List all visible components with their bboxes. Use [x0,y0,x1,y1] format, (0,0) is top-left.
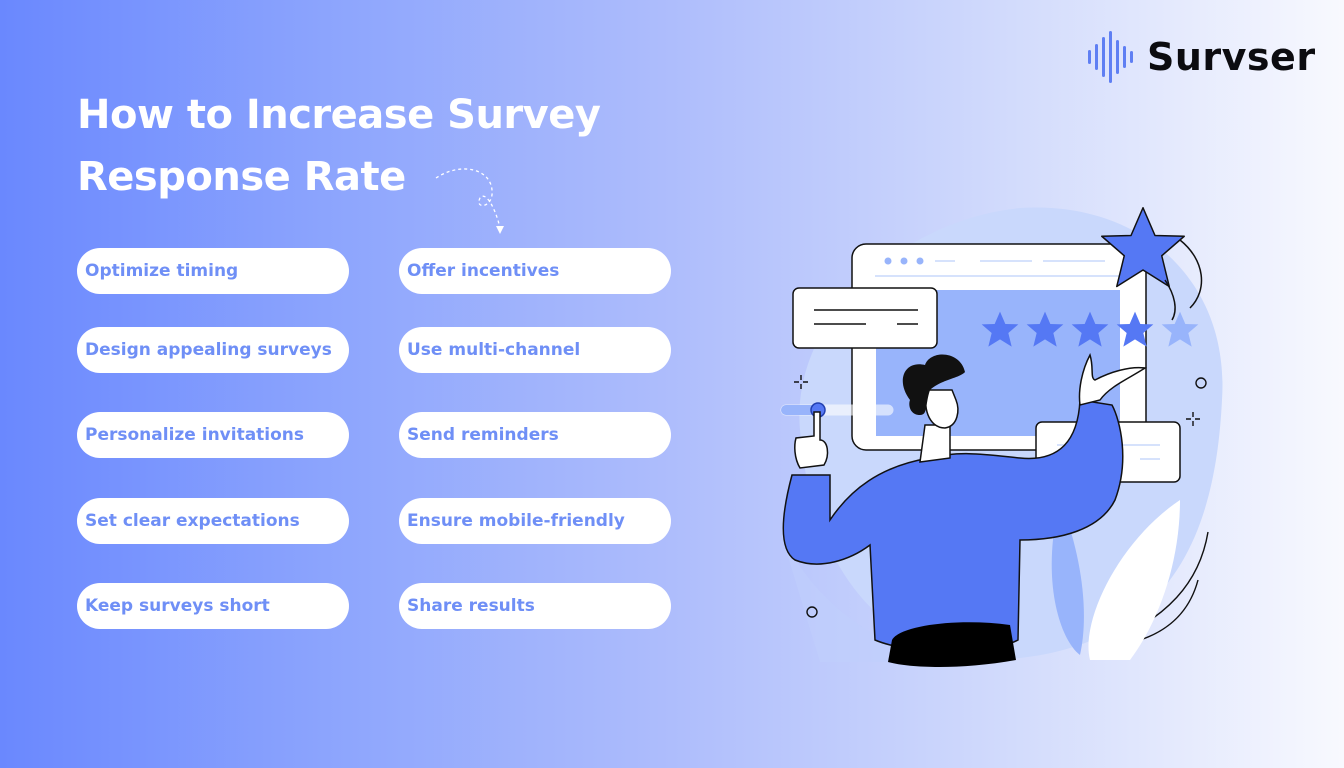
message-card [792,287,938,349]
brand-logo: Survser [1088,30,1316,84]
tip-pill: Set clear expectations [77,498,349,544]
tip-label: Offer incentives [407,261,560,281]
tip-label: Optimize timing [85,261,239,281]
tip-label: Set clear expectations [85,511,300,531]
tip-pill: Design appealing surveys [77,327,349,373]
tip-pill: Send reminders [399,412,671,458]
sound-wave-icon [1088,30,1133,84]
tip-label: Ensure mobile-friendly [407,511,625,531]
tip-pill: Ensure mobile-friendly [399,498,671,544]
tip-label: Use multi-channel [407,340,581,360]
dashed-arrow-icon [435,168,504,234]
tip-label: Personalize invitations [85,425,305,445]
tip-pill: Keep surveys short [77,583,349,629]
brand-name: Survser [1147,35,1316,79]
title-line-2: Response Rate [77,154,406,200]
page-title: How to Increase Survey Response Rate [77,84,601,208]
title-line-1: How to Increase Survey [77,92,601,138]
tip-label: Design appealing surveys [85,340,332,360]
tip-pill: Personalize invitations [77,412,349,458]
tip-label: Keep surveys short [85,596,270,616]
tip-pill: Use multi-channel [399,327,671,373]
tip-pill: Offer incentives [399,248,671,294]
survey-rating-illustration [780,205,1223,667]
tip-label: Share results [407,596,535,616]
tip-pill: Share results [399,583,671,629]
tip-label: Send reminders [407,425,559,445]
tip-pill: Optimize timing [77,248,349,294]
